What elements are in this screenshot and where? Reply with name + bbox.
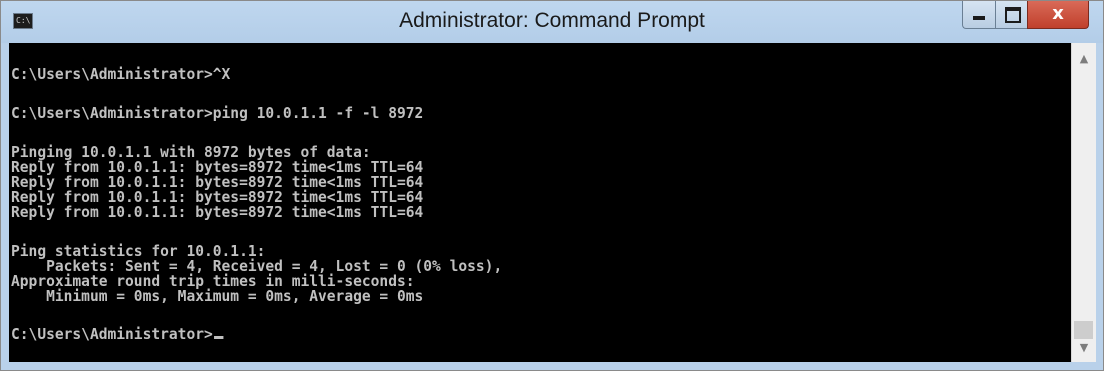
- console-output[interactable]: C:\Users\Administrator>^X C:\Users\Admin…: [9, 43, 1071, 362]
- prompt-text: C:\Users\Administrator>: [11, 325, 213, 343]
- close-icon: x: [1052, 3, 1064, 24]
- scroll-down-icon[interactable]: ▼: [1072, 338, 1096, 358]
- title-bar[interactable]: C:\ Administrator: Command Prompt x: [1, 1, 1103, 43]
- text-cursor: [213, 336, 224, 339]
- window-title: Administrator: Command Prompt: [399, 9, 705, 32]
- console-line: C:\Users\Administrator>^X: [11, 65, 231, 83]
- maximize-button[interactable]: [995, 1, 1027, 29]
- console-line: C:\Users\Administrator>ping 10.0.1.1 -f …: [11, 104, 424, 122]
- console-line: Reply from 10.0.1.1: bytes=8972 time<1ms…: [11, 203, 424, 221]
- minimize-icon: [973, 16, 985, 20]
- vertical-scrollbar[interactable]: ▲ ▼: [1071, 43, 1096, 362]
- maximize-icon: [1005, 7, 1021, 23]
- minimize-button[interactable]: [962, 1, 995, 29]
- command-prompt-window: C:\ Administrator: Command Prompt x C:\U…: [0, 0, 1104, 371]
- window-controls: x: [962, 1, 1089, 33]
- scroll-up-icon[interactable]: ▲: [1072, 49, 1096, 69]
- command-line[interactable]: C:\Users\Administrator>: [11, 325, 224, 343]
- scrollbar-thumb[interactable]: [1074, 321, 1093, 339]
- close-button[interactable]: x: [1027, 1, 1089, 29]
- console-line: Minimum = 0ms, Maximum = 0ms, Average = …: [11, 287, 424, 305]
